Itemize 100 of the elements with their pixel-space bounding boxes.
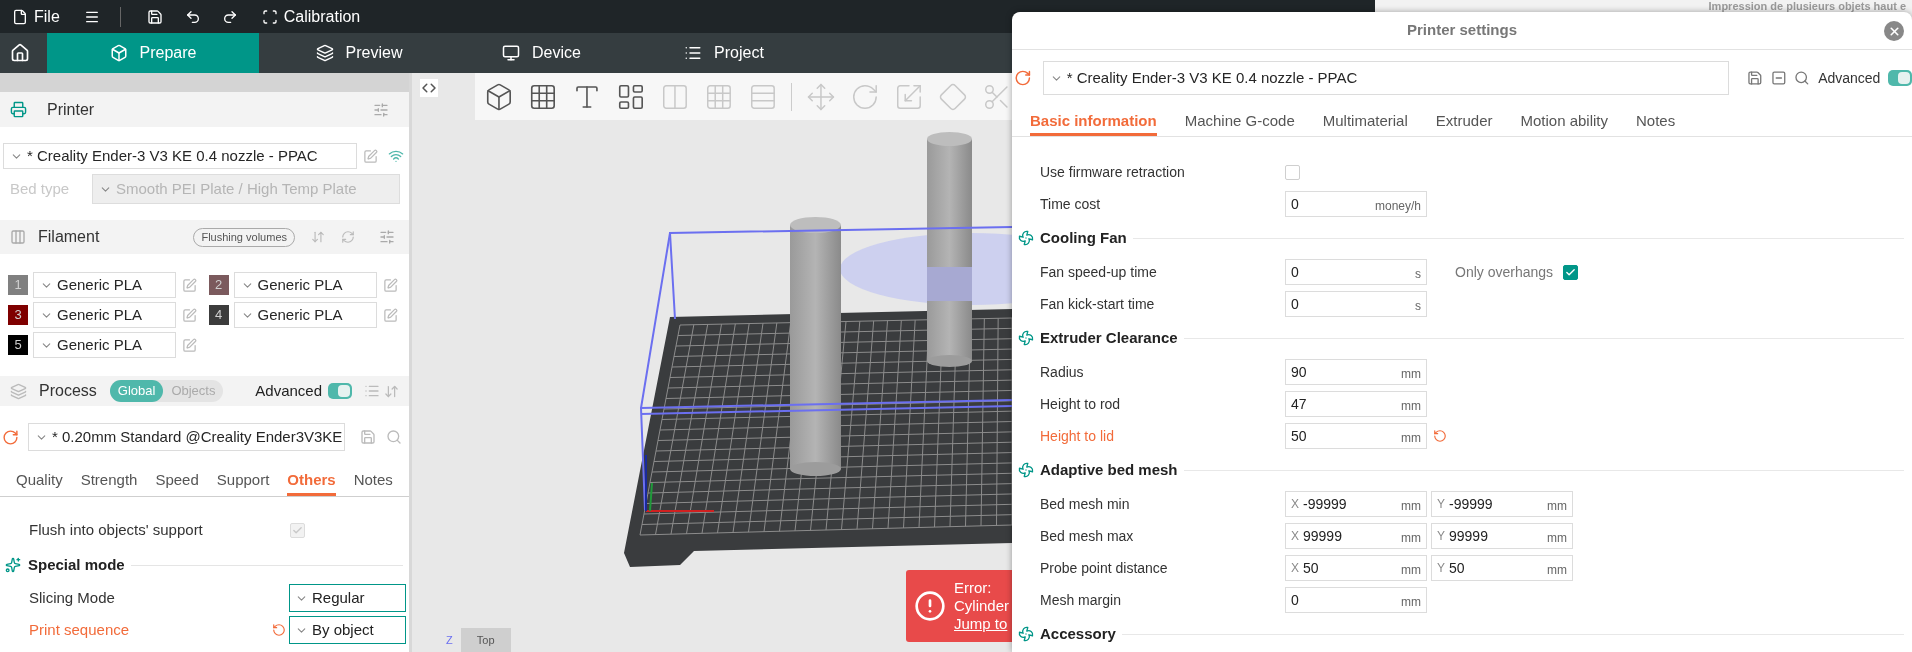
main-tab[interactable]: Device [459,33,624,73]
field-value: 99999 [1303,526,1343,546]
tab[interactable]: Speed [155,467,199,496]
wifi-icon[interactable] [388,148,404,164]
filament-color-swatch[interactable]: 2 [208,275,229,295]
edit-icon[interactable] [182,277,197,293]
axis-label: X [1291,528,1299,545]
tab[interactable]: Multimaterial [1322,109,1408,136]
input-field[interactable]: 50 mm [1285,423,1427,449]
tab[interactable]: Motion ability [1520,109,1609,136]
axis-label: Z [446,632,453,648]
search-icon[interactable] [1794,70,1811,87]
main-tab[interactable]: Prepare [47,33,259,73]
section-title: Special mode [28,554,125,575]
dropdown[interactable]: * Creality Ender-3 V3 KE 0.4 nozzle - PPAC [3,143,357,169]
sync-icon[interactable] [2,428,19,446]
tab-icon [315,44,334,62]
tab[interactable]: Notes [353,467,393,496]
dropdown[interactable]: * 0.20mm Standard @Creality Ender3V3KE [28,423,345,451]
dropdown[interactable]: Generic PLA [33,332,176,358]
input-field[interactable]: X 99999 mm [1285,523,1427,549]
setting-label: Fan speed-up time [1040,262,1158,282]
unit-label: mm [1401,429,1421,447]
jump-to-link[interactable]: Jump to [954,615,1010,633]
section-icon [1018,626,1034,642]
unit-label: mm [1547,561,1567,579]
tab[interactable]: Strength [80,467,138,496]
tab[interactable]: Support [216,467,270,496]
tab[interactable]: Notes [1636,109,1676,136]
field-value: 50 [1303,558,1320,578]
input-field[interactable]: X -99999 mm [1285,491,1427,517]
checkbox[interactable] [1563,264,1579,280]
dropdown[interactable]: By object [289,616,406,644]
section-icon [5,557,21,573]
input-field[interactable]: Y 99999 mm [1431,523,1573,549]
filament-color-swatch[interactable]: 5 [8,335,28,355]
settings-icon[interactable] [379,229,395,245]
field-value: 47 [1291,394,1308,414]
input-field[interactable]: 47 mm [1285,391,1427,417]
tab[interactable]: Quality [16,467,63,496]
input-field[interactable]: 0 s [1285,259,1427,285]
main-tab[interactable]: Project [624,33,824,73]
edit-icon[interactable] [182,337,197,353]
setting-label: Slicing Mode [29,587,116,608]
settings-icon[interactable] [373,101,389,118]
home-icon[interactable] [10,43,30,63]
edit-icon[interactable] [382,307,398,323]
axis-label: Y [1437,560,1445,577]
reset-icon[interactable] [1433,429,1447,443]
dropdown[interactable]: Generic PLA [233,302,377,328]
dropdown[interactable]: Generic PLA [233,272,377,298]
undo-icon[interactable] [184,8,201,25]
redo-icon[interactable] [221,8,238,25]
input-field[interactable]: Y -99999 mm [1431,491,1573,517]
calibration-menu[interactable]: Calibration [261,4,361,29]
3d-viewport[interactable]: Error: Cylinder Jump to Z Top [412,73,1012,652]
printer-icon [10,101,27,118]
section-title: Accessory [1040,623,1116,644]
dropdown[interactable]: Generic PLA [33,302,176,328]
delete-icon[interactable] [1770,70,1787,87]
toggle-switch[interactable] [328,383,352,399]
edit-icon[interactable] [382,277,398,293]
section-icon [1018,330,1034,346]
field-value: 0 [1291,194,1300,214]
input-field[interactable]: Y 50 mm [1431,555,1573,581]
section-title: Cooling Fan [1040,227,1127,248]
tab[interactable]: Extruder [1435,109,1493,136]
edit-icon[interactable] [363,148,378,164]
move-icon[interactable] [806,81,837,112]
dropdown[interactable]: Regular [289,584,406,612]
file-menu[interactable]: File [12,4,60,29]
input-field[interactable]: 0 money/h [1285,191,1427,217]
list-icon[interactable] [364,383,380,399]
edit-icon[interactable] [182,307,197,323]
input-field[interactable]: 90 mm [1285,359,1427,385]
tab-icon [684,44,703,62]
unit-label: mm [1401,497,1421,515]
tab[interactable]: Machine G-code [1184,109,1295,136]
input-field[interactable]: 0 s [1285,291,1427,317]
collapse-sidebar-icon[interactable] [420,79,438,97]
reset-icon[interactable] [272,623,286,637]
setting-label: Only overhangs [1455,262,1554,282]
input-field[interactable]: 0 mm [1285,587,1427,613]
section-icon [1018,462,1034,478]
search-icon[interactable] [386,429,402,445]
checkbox[interactable] [1285,164,1300,180]
dropdown[interactable]: Generic PLA [33,272,176,298]
unit-label: mm [1401,593,1421,611]
save-icon[interactable] [146,8,163,25]
toggle-switch[interactable] [1888,70,1912,87]
filament-color-swatch[interactable]: 4 [208,305,229,325]
sync-icon[interactable] [1014,69,1032,88]
setting-label: Bed mesh min [1040,494,1131,514]
close-icon [1887,24,1901,38]
dropdown[interactable]: * Creality Ender-3 V3 KE 0.4 nozzle - PPAC [1042,61,1730,96]
view-cube[interactable]: Top [460,628,511,652]
main-tab[interactable]: Preview [259,33,459,73]
input-field[interactable]: X 50 mm [1285,555,1427,581]
filament-color-swatch[interactable]: 3 [8,305,28,325]
close-button[interactable] [1884,21,1904,41]
